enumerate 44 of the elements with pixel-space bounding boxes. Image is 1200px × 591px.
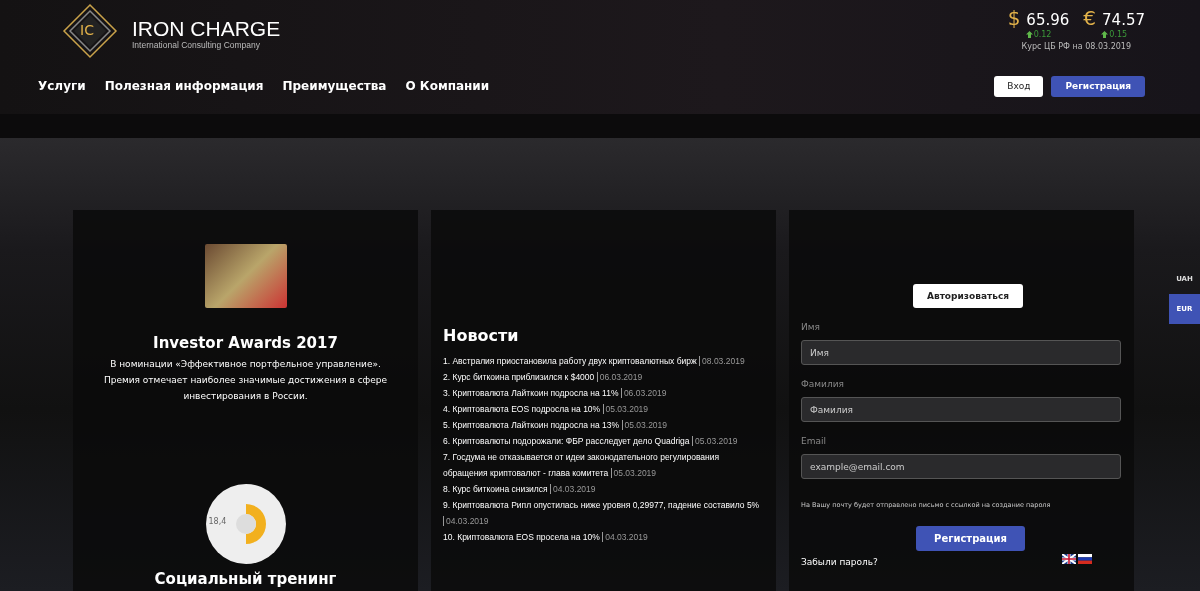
login-button[interactable]: Вход — [994, 75, 1044, 97]
nav-link[interactable]: Услуги — [38, 79, 86, 93]
news-item[interactable]: 8. Курс биткоина снизился 04.03.2019 — [443, 481, 764, 497]
rate-change: 0.15 — [1109, 30, 1128, 39]
currency-symbol: $ — [1007, 6, 1021, 30]
up-arrow-icon — [1025, 31, 1033, 38]
input-field[interactable]: Фамилия — [801, 397, 1121, 422]
register-button[interactable]: Регистрация — [1051, 75, 1145, 97]
exchange-rate: 74.57 — [1102, 11, 1145, 29]
news-item[interactable]: 6. Криптовалюты подорожали: ФБР расследует дело Quadriga 05.03.2019 — [443, 433, 764, 449]
input-field[interactable]: example@email.com — [801, 454, 1121, 479]
nav-link[interactable]: О Компании — [405, 79, 490, 93]
nav-link[interactable]: Полезная информация — [104, 79, 264, 93]
register-button[interactable]: Регистрация — [916, 526, 1025, 551]
russia-flag-icon[interactable] — [1078, 554, 1092, 564]
news-title: Новости — [443, 326, 520, 345]
up-arrow-icon — [1101, 31, 1109, 38]
authorize-button[interactable]: Авторизоваться — [913, 284, 1023, 308]
award-title: Investor Awards 2017 — [153, 334, 338, 352]
pie-value: 18,4 — [208, 517, 227, 526]
news-item[interactable]: 3. Криптовалюта Лайткоин подросла на 11% 06.03.2019 — [443, 385, 764, 401]
currency-symbol: € — [1083, 6, 1097, 30]
logo-monogram: IC — [80, 21, 94, 39]
news-item[interactable]: 1. Австралия приостановила работу двух криптовалютных бирж 08.03.2019 — [443, 353, 764, 369]
forgot-password-link[interactable]: Забыли пароль? — [801, 557, 1122, 567]
news-item[interactable]: 4. Криптовалюта EOS подросла на 10% 05.03.2019 — [443, 401, 764, 417]
news-item[interactable]: 10. Криптовалюта EOS просела на 10% 04.03.2019 — [443, 529, 764, 545]
award-description: В номинации «Эффективное портфельное управление». Премия отмечает наиболее значимые достижения в сфере инвестирования в России. — [102, 358, 389, 403]
uk-flag-icon[interactable] — [1062, 554, 1076, 564]
field-label: Email — [801, 436, 827, 446]
logo-name: IRON CHARGE — [132, 18, 281, 40]
rate-change: 0.12 — [1033, 30, 1052, 39]
training-title: Социальный тренинг — [154, 570, 337, 588]
logo-tagline: International Consulting Company — [132, 40, 262, 50]
input-field[interactable]: Имя — [801, 340, 1121, 365]
news-item[interactable]: 2. Курс биткоина приблизился к $4000 06.03.2019 — [443, 369, 764, 385]
news-item[interactable]: 7. Госдума не отказывается от идеи законодательного регулирования обращения криптовалют - глава комитета 05.03.2019 — [443, 449, 764, 481]
field-label: Имя — [801, 322, 821, 332]
exchange-rate: 65.96 — [1026, 11, 1070, 29]
news-item[interactable]: 5. Криптовалюта Лайткоин подросла на 13% 05.03.2019 — [443, 417, 764, 433]
nav-link[interactable]: Преимущества — [282, 79, 387, 93]
field-label: Фамилия — [801, 379, 845, 389]
rate-note: Курс ЦБ РФ на 08.03.2019 — [1021, 42, 1131, 51]
news-item[interactable]: 9. Криптовалюта Рипл опустилась ниже уровня 0,29977, падение составило 5% 04.03.2019 — [443, 497, 764, 529]
